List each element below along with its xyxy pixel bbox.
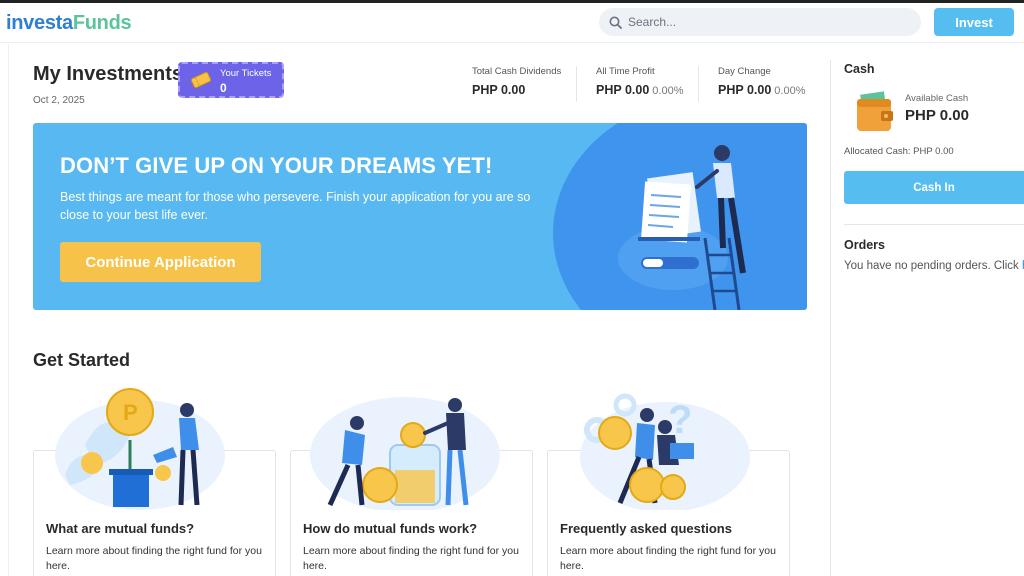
stat-all-time-profit: All Time Profit PHP 0.00 0.00% [596,66,683,97]
stat-total-cash-dividends: Total Cash Dividends PHP 0.00 [472,66,561,97]
invest-button[interactable]: Invest [934,8,1014,36]
stat-label: Total Cash Dividends [472,66,562,77]
card-title: Frequently asked questions [560,521,732,536]
left-divider [8,44,9,576]
logo-part-investa: investa [6,12,73,34]
page-date: Oct 2, 2025 [33,95,85,106]
stat-value: PHP 0.00 0.00% [718,83,805,97]
stat-percent: 0.00% [652,85,684,97]
tickets-count: 0 [220,81,227,95]
orders-empty-message: You have no pending orders. Click h [844,260,1024,272]
banner-title: DON’T GIVE UP ON YOUR DREAMS YET! [60,153,493,178]
tickets-label: Your Tickets [220,68,272,79]
banner-subtitle: Best things are meant for those who pers… [60,190,531,222]
card-description: Learn more about finding the right fund … [560,545,776,572]
card-description: Learn more about finding the right fund … [303,545,519,572]
cash-in-button[interactable]: Cash In [844,171,1024,204]
available-cash-label: Available Cash [905,93,969,104]
page-title: My Investments [33,63,184,85]
card-title: What are mutual funds? [46,521,195,536]
stat-label: All Time Profit [596,66,655,77]
stat-percent: 0.00% [774,85,806,97]
stat-amount: PHP 0.00 [472,83,526,97]
search-input[interactable] [628,15,908,29]
orders-divider [844,224,1024,225]
card-title: How do mutual funds work? [303,521,478,536]
continue-application-button[interactable]: Continue Application [60,242,261,282]
search-bar[interactable] [599,8,921,36]
stat-divider [698,66,699,102]
get-started-title: Get Started [33,350,131,370]
cash-title: Cash [844,62,875,76]
stat-label: Day Change [718,66,771,77]
orders-title: Orders [844,238,885,252]
card-description: Learn more about finding the right fund … [46,545,262,572]
orders-empty-text: You have no pending orders. Click [844,260,1022,272]
wallet-icon [857,91,893,131]
right-panel-divider [830,60,831,576]
promo-banner: DON’T GIVE UP ON YOUR DREAMS YET! Best t… [33,123,807,310]
stat-amount: PHP 0.00 [596,83,650,97]
svg-text:P: P [123,400,138,425]
allocated-cash: Allocated Cash: PHP 0.00 [844,146,954,157]
stat-amount: PHP 0.00 [718,83,772,97]
ticket-icon [190,71,212,89]
stat-day-change: Day Change PHP 0.00 0.00% [718,66,805,97]
available-cash-value: PHP 0.00 [905,107,969,124]
stat-value: PHP 0.00 0.00% [596,83,683,97]
stat-divider [576,66,577,102]
top-header: investaFunds Invest [0,3,1024,43]
investafunds-logo[interactable]: investaFunds [6,12,132,35]
search-icon [609,16,622,29]
logo-part-funds: Funds [72,12,132,34]
stat-value: PHP 0.00 [472,83,561,97]
plant-money-illustration: P [55,388,225,510]
coin-jar-illustration [310,397,500,510]
faq-illustration: ? [580,393,750,510]
tickets-badge[interactable]: Your Tickets 0 [178,62,284,98]
